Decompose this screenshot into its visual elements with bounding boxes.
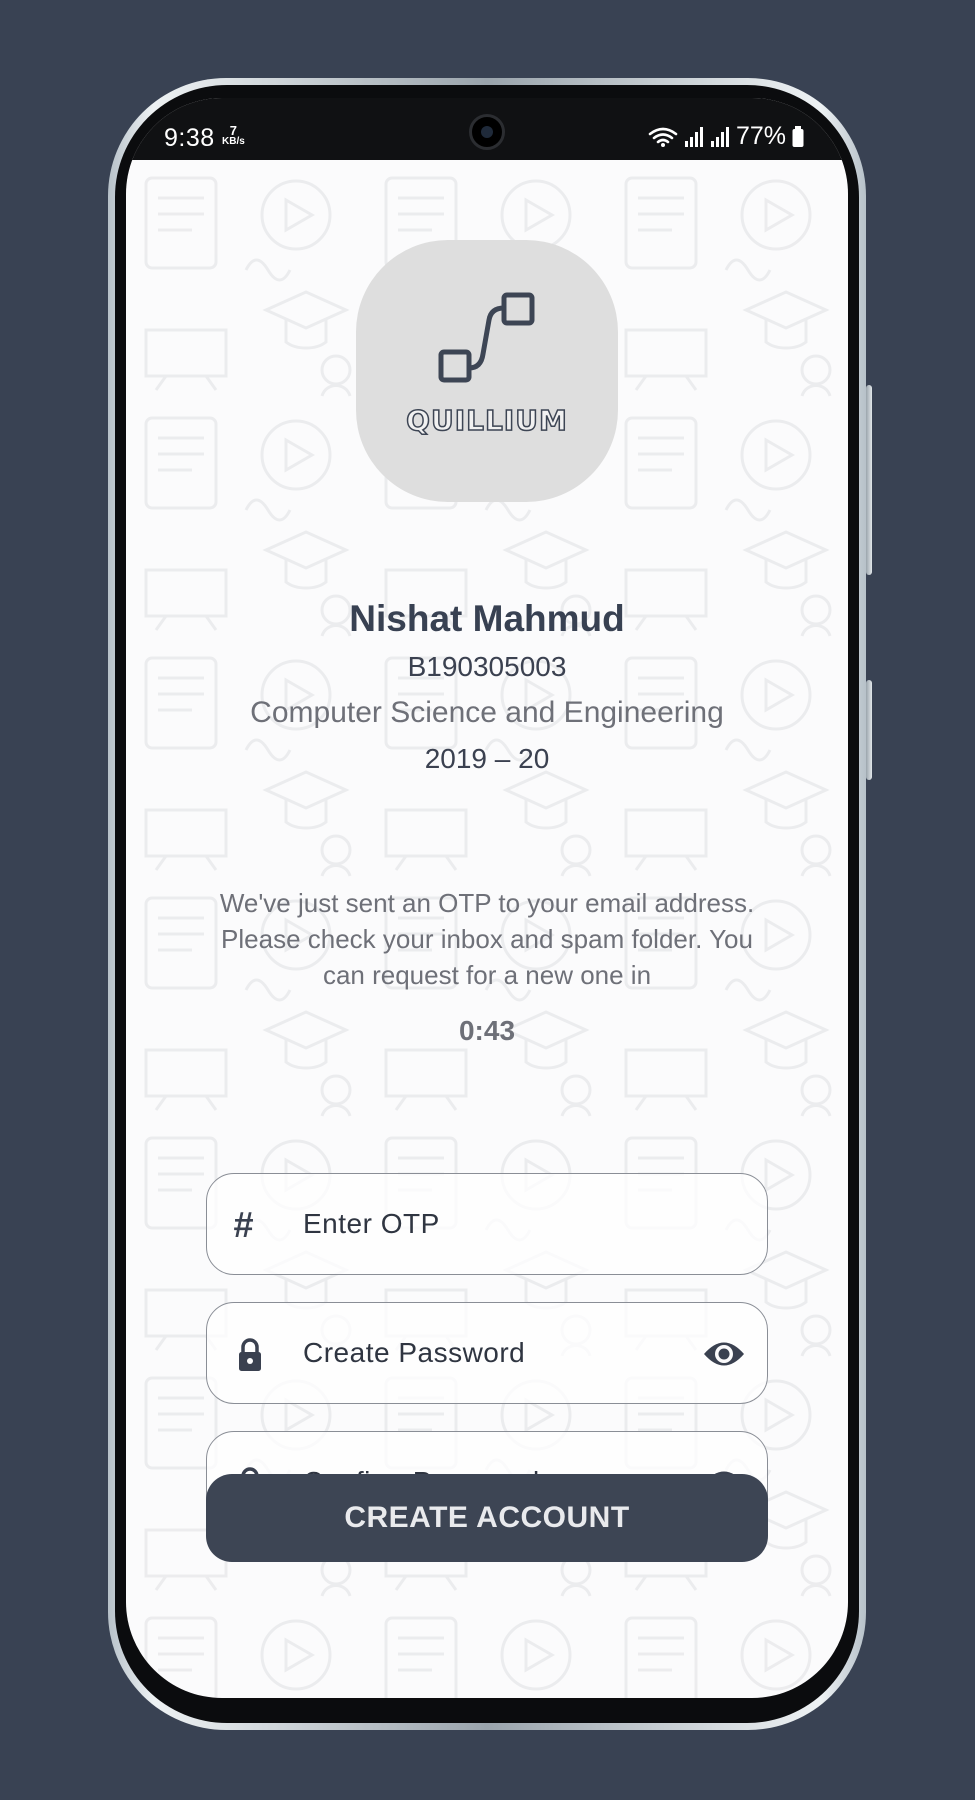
create-account-button[interactable]: CREATE ACCOUNT — [206, 1474, 768, 1562]
network-speed: 7 KB/s — [222, 124, 245, 147]
otp-countdown: 0:43 — [458, 1015, 516, 1046]
hash-icon: # — [233, 1204, 254, 1245]
department: Computer Science and Engineering — [250, 696, 724, 729]
status-bar: 9:38 7 KB/s 77% — [126, 98, 848, 160]
otp-field[interactable]: # — [206, 1173, 768, 1275]
power-button — [866, 680, 872, 780]
signal-icon — [684, 126, 703, 147]
create-password-field[interactable] — [206, 1302, 768, 1404]
signal-icon-2 — [710, 126, 729, 147]
network-speed-unit: KB/s — [222, 136, 245, 147]
status-indicators: 77% — [648, 122, 804, 151]
battery-percentage: 77% — [735, 122, 786, 150]
otp-message: We've just sent an OTP to your email add… — [219, 888, 755, 990]
app-logo: QUILLIUM — [356, 240, 618, 502]
app-screen: 9:38 7 KB/s 77% QUILLIUM Nishat Mahmud B… — [126, 98, 848, 1698]
otp-input[interactable] — [303, 1196, 683, 1252]
eye-icon[interactable] — [703, 1337, 745, 1371]
volume-button — [866, 385, 872, 575]
student-name: Nishat Mahmud — [349, 598, 625, 639]
status-time: 9:38 — [164, 124, 215, 152]
lock-icon — [239, 1338, 261, 1371]
logo-mark-icon — [438, 292, 535, 383]
session: 2019 – 20 — [424, 743, 550, 774]
front-camera — [469, 114, 505, 150]
logo-text: QUILLIUM — [405, 403, 568, 438]
wifi-icon — [648, 127, 678, 147]
create-password-input[interactable] — [303, 1325, 683, 1381]
student-id: B190305003 — [407, 651, 567, 682]
battery-icon — [792, 125, 804, 147]
